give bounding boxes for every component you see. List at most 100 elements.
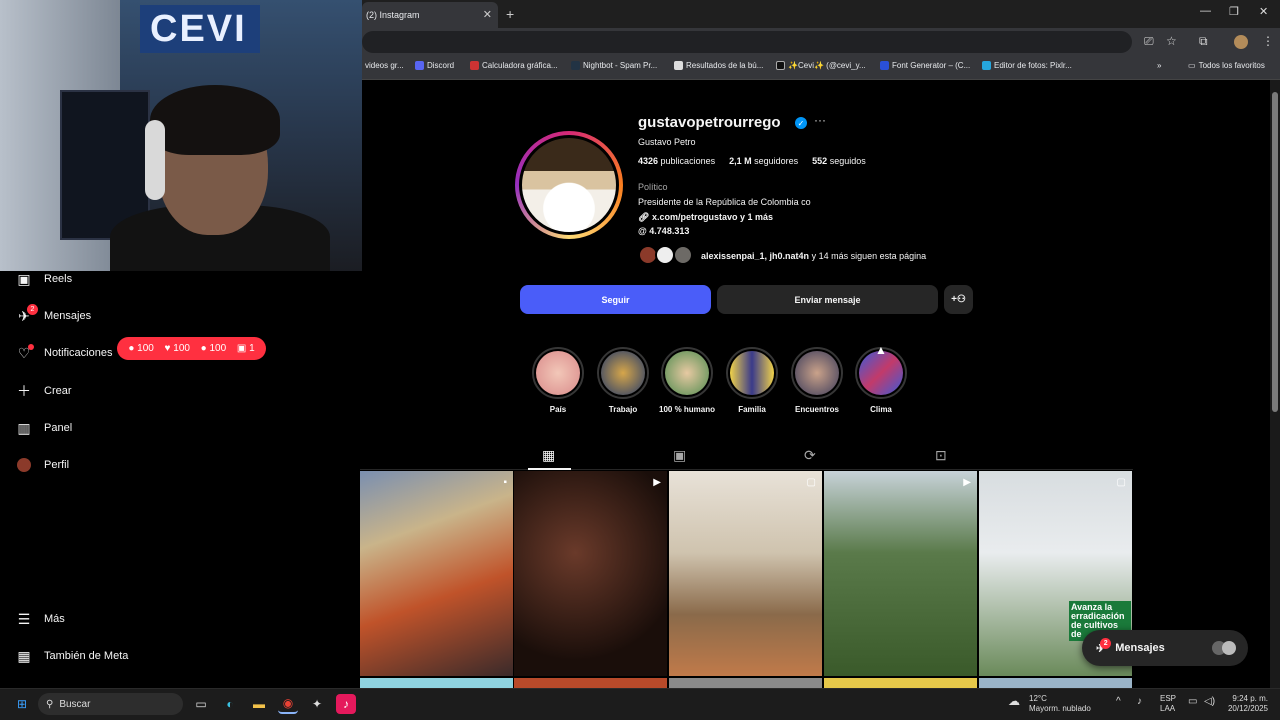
post-thumbnail[interactable]: ▢ <box>669 471 822 676</box>
sidebar-item-profile[interactable]: Perfil <box>16 457 69 473</box>
close-window-icon[interactable]: ✕ <box>1259 5 1268 18</box>
posts-count: 4326 publicaciones <box>638 156 716 166</box>
send-message-button[interactable]: Enviar mensaje <box>717 285 938 314</box>
messages-badge: 2 <box>27 304 38 315</box>
weather-icon[interactable]: ☁ <box>1008 694 1020 708</box>
address-bar[interactable] <box>362 31 1132 53</box>
bookmark-item[interactable]: Editor de fotos: Pixlr... <box>982 61 1072 70</box>
highlight-item[interactable]: Familia <box>724 347 780 414</box>
suggested-users-button[interactable]: +⚇ <box>944 285 973 314</box>
extensions-icon[interactable]: ⧉ <box>1199 34 1208 49</box>
comment-icon: ● <box>128 343 135 354</box>
notifications-pill[interactable]: ● 100 ♥ 100 ● 100 ▣ 1 <box>117 337 266 360</box>
sidebar-item-create[interactable]: ＋ Crear <box>16 383 72 399</box>
taskbar-search[interactable]: ⚲ Buscar <box>38 693 183 715</box>
post-thumbnail[interactable]: ▶ <box>824 471 977 676</box>
sidebar-item-more[interactable]: ☰ Más <box>16 611 65 627</box>
network-icon[interactable]: ▭ <box>1188 697 1197 707</box>
messages-floating-button[interactable]: ✈ 2 Mensajes <box>1082 630 1248 666</box>
volume-icon[interactable]: ◁) <box>1204 697 1215 707</box>
minimize-icon[interactable]: — <box>1200 5 1211 17</box>
kebab-menu-icon[interactable]: ⋮ <box>1262 34 1274 48</box>
file-explorer-icon[interactable]: ▬ <box>249 694 269 714</box>
person-icon: ● <box>200 343 207 354</box>
bookmark-item[interactable]: Calculadora gráfica... <box>470 61 558 70</box>
post-thumbnail[interactable] <box>669 678 822 688</box>
pinned-icon: ▪ <box>503 477 507 488</box>
bookmark-star-icon[interactable]: ☆ <box>1166 34 1177 48</box>
highlight-item[interactable]: 100 % humano <box>659 347 715 414</box>
profile-avatar[interactable] <box>519 135 619 235</box>
threads-icon: @ <box>638 226 647 236</box>
post-thumbnail[interactable] <box>824 678 977 688</box>
bookmark-item[interactable]: Font Generator – (C... <box>880 61 970 70</box>
task-view-icon[interactable]: ▭ <box>191 694 211 714</box>
microphone-icon[interactable]: ♪ <box>1137 697 1142 707</box>
close-tab-icon[interactable]: ✕ <box>483 8 492 21</box>
scrollbar-thumb[interactable] <box>1272 92 1278 412</box>
bookmark-item[interactable]: Nightbot - Spam Pr... <box>571 61 657 70</box>
app-icon[interactable]: ✦ <box>307 694 327 714</box>
restore-icon[interactable]: ❐ <box>1229 5 1239 18</box>
cast-icon[interactable]: ⎚ <box>1144 34 1154 49</box>
threads-badge[interactable]: @ 4.748.313 <box>638 226 689 236</box>
edge-icon[interactable]: ◐ <box>220 694 240 714</box>
follow-button[interactable]: Seguir <box>520 285 711 314</box>
post-thumbnail[interactable] <box>514 678 667 688</box>
bookmark-item[interactable]: ✨Cevi✨ (@cevi_y... <box>776 61 866 70</box>
carousel-icon: ▢ <box>806 477 816 488</box>
profile-full-name: Gustavo Petro <box>638 137 696 147</box>
highlight-item[interactable]: Encuentros <box>789 347 845 414</box>
bookmark-item[interactable]: Discord <box>415 61 454 70</box>
profile-stats: 4326 publicaciones 2,1 M seguidores 552 … <box>638 156 866 166</box>
heart-icon: ♡ <box>16 344 34 361</box>
following-count[interactable]: 552 seguidos <box>812 156 866 166</box>
more-options-icon[interactable]: ··· <box>814 113 826 127</box>
bookmarks-overflow-icon[interactable]: » <box>1157 61 1161 70</box>
bookmark-folder[interactable]: ▭ Todos los favoritos <box>1188 61 1265 70</box>
messenger-icon: ✈ 2 <box>1096 637 1112 655</box>
post-thumbnail[interactable] <box>360 678 513 688</box>
avatar-icon <box>16 457 32 473</box>
chrome-icon[interactable]: ◉ <box>278 694 298 714</box>
chat-avatars <box>1212 641 1236 655</box>
clock[interactable]: 9:24 p. m. 20/12/2025 <box>1222 694 1268 714</box>
like-count: ♥ 100 <box>164 343 190 354</box>
tiktok-icon <box>776 61 785 70</box>
new-tab-icon[interactable]: + <box>506 6 514 22</box>
sidebar-item-meta[interactable]: ▦ También de Meta <box>16 648 128 664</box>
bookmark-item[interactable]: videos gr... <box>365 61 404 70</box>
doc-icon <box>674 61 683 70</box>
tab-tagged-icon[interactable]: ⊡ <box>935 447 947 464</box>
highlight-item[interactable]: País <box>530 347 586 414</box>
weather-widget[interactable]: 12°C Mayorm. nublado <box>1029 694 1091 714</box>
bookmark-item[interactable]: Resultados de la bú... <box>674 61 763 70</box>
post-thumbnail[interactable]: ▪ <box>360 471 513 676</box>
add-person-icon: +⚇ <box>951 294 966 305</box>
sidebar-item-dashboard[interactable]: ▥ Panel <box>16 420 72 436</box>
sidebar-item-notifications[interactable]: ♡ Notificaciones <box>16 344 112 361</box>
tray-overflow-icon[interactable]: ^ <box>1116 697 1121 707</box>
highlight-item[interactable]: Clima <box>853 347 909 414</box>
tiktok-live-icon[interactable]: ♪ <box>336 694 356 714</box>
active-tab-indicator <box>528 468 571 470</box>
windows-start-icon[interactable]: ⊞ <box>12 694 32 714</box>
profile-avatar-icon[interactable] <box>1234 35 1248 49</box>
post-thumbnail[interactable] <box>979 678 1132 688</box>
post-thumbnail[interactable]: ▶ <box>514 471 667 676</box>
browser-tab-instagram[interactable]: (2) Instagram ✕ <box>362 2 498 28</box>
profile-link[interactable]: 🔗︎ x.com/petrogustavo y 1 más <box>638 212 773 223</box>
tab-reposts-icon[interactable]: ⟳ <box>804 447 816 464</box>
chart-icon: ▥ <box>17 419 31 436</box>
followed-by-text[interactable]: alexissenpai_1, jh0.nat4n y 14 más sigue… <box>701 251 926 261</box>
tab-reels-icon[interactable]: ▣ <box>673 447 686 464</box>
followers-count[interactable]: 2,1 M seguidores <box>729 156 798 166</box>
language-indicator[interactable]: ESP LAA <box>1160 694 1176 714</box>
followed-by-avatars[interactable] <box>638 245 696 265</box>
follow-count: ● 100 <box>200 343 227 354</box>
highlight-item[interactable]: Trabajo <box>595 347 651 414</box>
tab-posts-grid-icon[interactable]: ▦ <box>542 447 555 464</box>
sidebar-item-reels[interactable]: ▣ Reels <box>16 271 72 287</box>
sidebar-item-messages[interactable]: ✈ 2 Mensajes <box>16 304 91 324</box>
discord-icon <box>415 61 424 70</box>
